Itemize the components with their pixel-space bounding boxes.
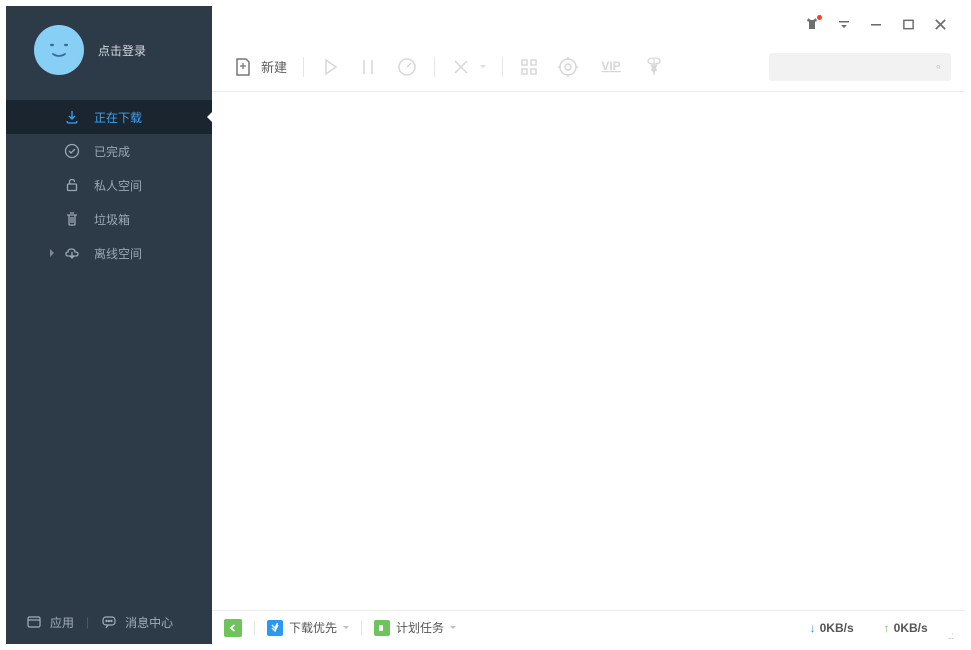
chevron-down-icon	[343, 626, 349, 632]
speed-limit-button[interactable]	[390, 50, 424, 84]
svg-text:¥: ¥	[651, 64, 658, 74]
up-arrow-icon: ↑	[884, 621, 890, 635]
search-input[interactable]	[781, 60, 936, 74]
priority-label: 下载优先	[289, 619, 337, 636]
gear-icon	[557, 56, 579, 78]
sidebar-footer: 应用 | 消息中心	[6, 600, 212, 644]
close-icon	[934, 18, 947, 31]
menu-button[interactable]	[837, 17, 851, 31]
notification-dot	[817, 15, 822, 20]
maximize-button[interactable]	[901, 17, 915, 31]
nav-item-completed[interactable]: 已完成	[6, 134, 212, 168]
minimize-icon	[869, 17, 883, 31]
separator	[502, 57, 503, 77]
qrcode-icon	[519, 57, 539, 77]
separator	[254, 621, 255, 635]
nav-item-label: 离线空间	[94, 245, 142, 262]
menu-down-icon	[837, 17, 851, 31]
schedule-icon	[374, 620, 390, 636]
start-button[interactable]	[314, 50, 346, 84]
pause-button[interactable]	[352, 50, 384, 84]
apps-button[interactable]: 应用	[26, 614, 74, 631]
down-arrow-icon: ↓	[810, 621, 816, 635]
maximize-icon	[902, 18, 915, 31]
cloud-icon	[64, 245, 80, 261]
nav-item-trash[interactable]: 垃圾箱	[6, 202, 212, 236]
apps-label: 应用	[50, 614, 74, 631]
settings-button[interactable]	[551, 50, 585, 84]
nav-item-offline[interactable]: 离线空间	[6, 236, 212, 270]
toolbar: 新建 VIP	[212, 42, 965, 92]
nav-item-label: 正在下载	[94, 109, 142, 126]
download-speed: ↓ 0KB/s	[810, 621, 854, 635]
schedule-button[interactable]: 计划任务	[374, 619, 456, 636]
coin-icon: ¥	[643, 56, 665, 78]
app-window: 点击登录 正在下载 已完成 私人空间	[0, 0, 971, 650]
new-task-label: 新建	[261, 57, 287, 76]
trash-icon	[64, 211, 80, 227]
svg-text:VIP: VIP	[601, 59, 620, 73]
delete-button[interactable]	[445, 50, 492, 84]
chevron-down-icon	[480, 65, 486, 71]
skin-button[interactable]	[805, 17, 819, 31]
delete-icon	[451, 57, 471, 77]
resize-grip[interactable]: ..:	[948, 631, 953, 642]
vip-icon: VIP	[597, 56, 625, 78]
check-icon	[64, 143, 80, 159]
download-speed-value: 0KB/s	[820, 621, 854, 635]
nav-list: 正在下载 已完成 私人空间 垃圾箱	[6, 100, 212, 270]
separator: |	[86, 615, 89, 629]
schedule-label: 计划任务	[396, 619, 444, 636]
minimize-button[interactable]	[869, 17, 883, 31]
sidebar: 点击登录 正在下载 已完成 私人空间	[6, 6, 212, 644]
new-file-icon	[232, 56, 254, 78]
new-task-button[interactable]: 新建	[226, 50, 293, 84]
chevron-left-icon	[228, 623, 238, 633]
upload-speed-value: 0KB/s	[894, 621, 928, 635]
nav-item-label: 已完成	[94, 143, 130, 160]
expand-toggle[interactable]	[224, 619, 242, 637]
nav-item-downloading[interactable]: 正在下载	[6, 100, 212, 134]
gauge-icon	[396, 56, 418, 78]
pause-icon	[358, 57, 378, 77]
separator	[361, 621, 362, 635]
upload-speed: ↑ 0KB/s	[884, 621, 928, 635]
messages-icon	[101, 614, 117, 630]
priority-icon	[267, 620, 283, 636]
apps-icon	[26, 614, 42, 630]
face-icon	[41, 32, 77, 68]
download-icon	[64, 109, 80, 125]
statusbar: 下载优先 计划任务 ↓ 0KB/s ↑ 0KB/s ..:	[212, 610, 965, 644]
titlebar	[212, 6, 965, 42]
login-button[interactable]: 点击登录	[98, 42, 146, 59]
nav-item-private[interactable]: 私人空间	[6, 168, 212, 202]
coin-button[interactable]: ¥	[637, 50, 671, 84]
avatar[interactable]	[34, 25, 84, 75]
close-button[interactable]	[933, 17, 947, 31]
search-box[interactable]	[769, 53, 951, 81]
messages-label: 消息中心	[125, 614, 173, 631]
download-priority-button[interactable]: 下载优先	[267, 619, 349, 636]
messages-button[interactable]: 消息中心	[101, 614, 173, 631]
vip-button[interactable]: VIP	[591, 50, 631, 84]
qrcode-button[interactable]	[513, 50, 545, 84]
search-icon	[936, 59, 941, 75]
nav-item-label: 垃圾箱	[94, 211, 130, 228]
separator	[434, 57, 435, 77]
play-icon	[320, 57, 340, 77]
content-area	[212, 92, 965, 610]
lock-icon	[64, 177, 80, 193]
separator	[303, 57, 304, 77]
chevron-down-icon	[450, 626, 456, 632]
nav-item-label: 私人空间	[94, 177, 142, 194]
main-area: 新建 VIP	[212, 6, 965, 644]
sidebar-header: 点击登录	[6, 6, 212, 94]
